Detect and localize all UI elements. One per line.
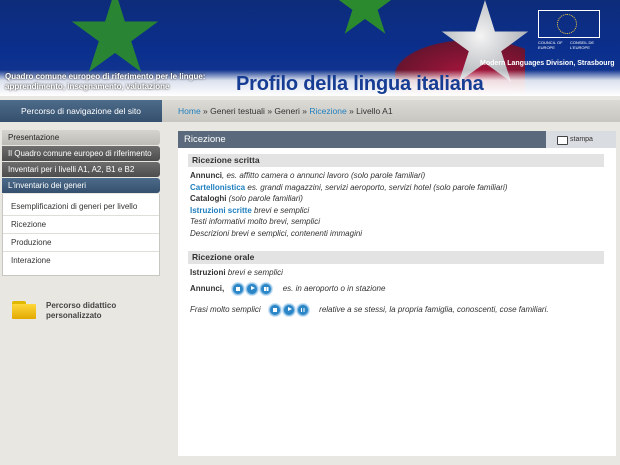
printer-icon (557, 136, 568, 145)
star-decoration (331, 0, 399, 34)
genre-label: Frasi molto semplici (190, 304, 261, 314)
subnav-item-interazione[interactable]: Interazione (3, 252, 159, 269)
subnav-item-esemplificazioni[interactable]: Esemplificazioni di generi per livello (3, 198, 159, 216)
sidebar-item-quadro[interactable]: Il Quadro comune europeo di riferimento (2, 146, 160, 161)
breadcrumb-generi-testuali: Generi testuali (210, 106, 265, 116)
breadcrumb-livello: Livello A1 (356, 106, 393, 116)
sidebar-subnav: Esemplificazioni di generi per livello R… (2, 194, 160, 276)
breadcrumb-home[interactable]: Home (178, 106, 201, 116)
audio-controls (268, 303, 311, 316)
star-decoration (71, 0, 159, 72)
genre-description: brevi e semplici (225, 268, 283, 277)
header-subtitle: Quadro comune europeo di riferimento per… (5, 72, 206, 91)
stop-icon[interactable] (268, 303, 281, 316)
genre-label: Annunci, (190, 283, 225, 293)
pause-icon[interactable] (260, 282, 273, 295)
breadcrumb-sep: » (346, 106, 357, 116)
pause-icon[interactable] (296, 303, 309, 316)
nav-path-title: Percorso di navigazione del sito (0, 100, 162, 122)
folder-icon[interactable] (12, 301, 36, 319)
print-label: stampa (570, 136, 593, 143)
list-item: Frasi molto semplici relative a se stess… (188, 303, 604, 316)
ricezione-orale-heading: Ricezione orale (188, 251, 604, 264)
council-of-europe-logo[interactable]: COUNCIL OF EUROPE CONSEIL DE L'EUROPE (538, 10, 600, 54)
list-item: Annunci, es. affitto camera o annunci la… (188, 170, 604, 182)
genre-label: Istruzioni (190, 268, 226, 277)
sidebar: Presentazione Il Quadro comune europeo d… (2, 130, 160, 276)
list-item: Cataloghi (solo parole familiari) (188, 193, 604, 205)
coe-label-en: COUNCIL OF EUROPE (538, 40, 563, 50)
play-icon[interactable] (282, 303, 295, 316)
ricezione-orale-section: Ricezione orale Istruzioni brevi e sempl… (188, 251, 604, 316)
breadcrumb-sep: » (264, 106, 275, 116)
genre-description: relative a se stessi, la propria famigli… (319, 304, 549, 314)
ricezione-scritta-section: Ricezione scritta Annunci, es. affitto c… (188, 154, 604, 239)
list-item: Descrizioni brevi e semplici, contenenti… (190, 228, 363, 238)
genre-description: es. grandi magazzini, servizi aeroporto,… (245, 182, 508, 192)
percorso-didattico-link[interactable]: Percorso didattico personalizzato (46, 301, 146, 321)
sidebar-item-inventario-generi[interactable]: L'inventario dei generi (2, 178, 160, 193)
cartellonistica-link[interactable]: Cartellonistica (190, 183, 245, 192)
sidebar-item-presentazione[interactable]: Presentazione (2, 130, 160, 145)
list-item: Istruzioni scritte brevi e semplici (188, 205, 604, 217)
subnav-item-ricezione[interactable]: Ricezione (3, 216, 159, 234)
section-title: Ricezione (178, 131, 552, 148)
breadcrumb-sep: » (299, 106, 310, 116)
play-icon[interactable] (246, 282, 259, 295)
list-item: Testi informativi molto brevi, semplici (190, 217, 320, 226)
genre-description: , es. affitto camera o annunci lavoro (s… (222, 171, 426, 180)
list-item: Cartellonistica es. grandi magazzini, se… (188, 182, 604, 194)
genre-label: Annunci (190, 171, 222, 180)
audio-controls (232, 282, 274, 295)
page-title: Profilo della lingua italiana (236, 73, 484, 95)
subnav-item-produzione[interactable]: Produzione (3, 234, 159, 252)
coe-label-fr: CONSEIL DE L'EUROPE (570, 40, 595, 50)
breadcrumb-sep: » (200, 106, 211, 116)
list-item: Istruzioni brevi e semplici (188, 267, 604, 279)
stars-circle-icon (557, 14, 577, 34)
genre-label: Cataloghi (190, 194, 227, 203)
breadcrumb: Home » Generi testuali » Generi » Ricezi… (178, 100, 393, 122)
genre-description: es. in aeroporto o in stazione (282, 283, 386, 293)
division-label: Modern Languages Division, Strasbourg (480, 60, 615, 67)
breadcrumb-ricezione[interactable]: Ricezione (309, 106, 346, 116)
site-header: Quadro comune europeo di riferimento per… (0, 0, 620, 96)
stop-icon[interactable] (232, 282, 245, 295)
main-content: Ricezione stampa Ricezione scritta Annun… (178, 131, 616, 456)
ricezione-scritta-heading: Ricezione scritta (188, 154, 604, 167)
istruzioni-scritte-link[interactable]: Istruzioni scritte (190, 206, 252, 215)
coe-logo-box (538, 10, 600, 38)
genre-description: (solo parole familiari) (226, 194, 303, 203)
sidebar-item-inventari[interactable]: Inventari per i livelli A1, A2, B1 e B2 (2, 162, 160, 177)
breadcrumb-generi: Generi (274, 106, 300, 116)
genre-description: brevi e semplici (251, 205, 310, 215)
print-button[interactable]: stampa (546, 131, 616, 148)
list-item: Annunci, es. in aeroporto o in stazione (188, 282, 604, 295)
